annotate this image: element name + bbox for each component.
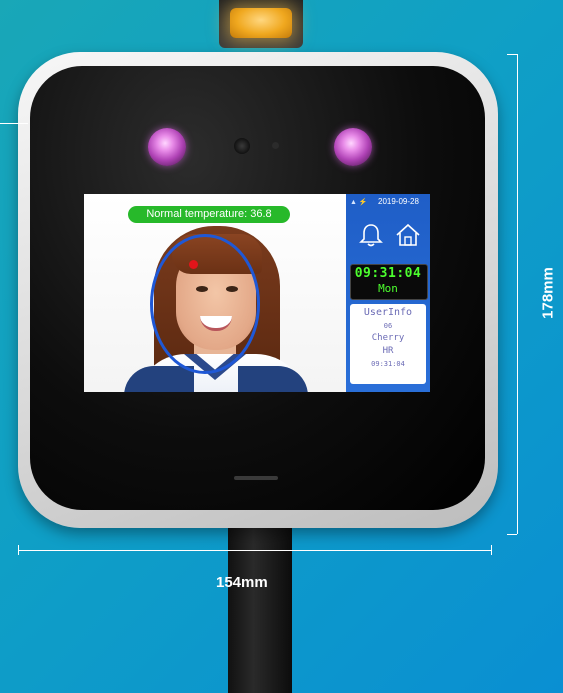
width-label: 154mm bbox=[216, 574, 268, 591]
height-tick-bottom bbox=[507, 534, 517, 535]
device-stand-pole bbox=[228, 520, 292, 693]
height-tick-top bbox=[507, 54, 517, 55]
width-dimension-line bbox=[18, 550, 492, 551]
status-light bbox=[230, 8, 292, 38]
user-department: HR bbox=[382, 346, 394, 356]
user-info-title: UserInfo bbox=[363, 307, 413, 318]
infrared-sensor-left bbox=[148, 128, 186, 166]
home-icon[interactable] bbox=[394, 222, 422, 248]
reference-line bbox=[0, 123, 28, 124]
face-detection-outline bbox=[150, 234, 260, 374]
bell-icon[interactable] bbox=[358, 222, 384, 248]
temperature-banner: Normal temperature: 36.8 bbox=[128, 206, 290, 223]
signal-icon: ▲ ⚡ bbox=[350, 199, 368, 206]
camera-feed: Normal temperature: 36.8 bbox=[84, 194, 346, 392]
person-blazer-right bbox=[238, 366, 308, 392]
temperature-target-dot bbox=[189, 260, 198, 269]
user-id: 06 bbox=[383, 322, 393, 330]
height-dimension-line bbox=[517, 54, 518, 534]
camera-lens bbox=[234, 138, 250, 154]
height-label: 178mm bbox=[539, 267, 557, 319]
person-blazer-left bbox=[124, 366, 194, 392]
user-check-time: 09:31:04 bbox=[371, 360, 405, 368]
clock-time: 09:31:04 bbox=[354, 266, 422, 281]
width-tick-right bbox=[491, 545, 492, 555]
user-name: Cherry bbox=[371, 333, 405, 343]
width-tick-left bbox=[18, 545, 19, 555]
light-sensor bbox=[272, 142, 279, 149]
device-screen: Normal temperature: 36.8 ▲ ⚡ 2019-09-28 … bbox=[84, 194, 430, 392]
speaker-slot bbox=[234, 476, 278, 480]
infrared-sensor-right bbox=[334, 128, 372, 166]
clock-day: Mon bbox=[378, 282, 398, 295]
date-display: 2019-09-28 bbox=[378, 197, 419, 206]
